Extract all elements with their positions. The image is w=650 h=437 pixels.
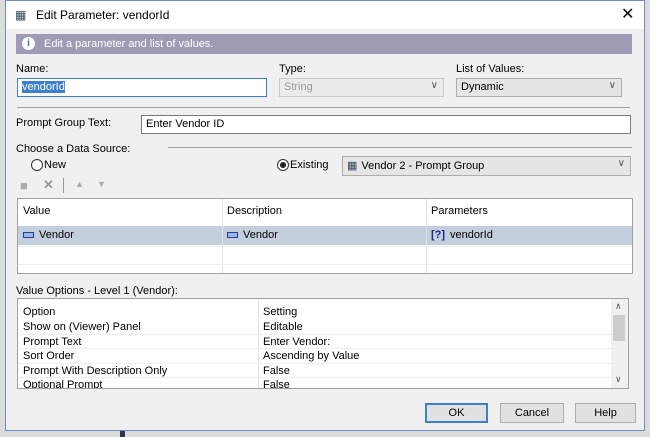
divider (17, 107, 630, 108)
option-name: Sort Order (23, 350, 75, 362)
prompt-group-icon: ▦ (347, 160, 358, 172)
dialog-title: Edit Parameter: vendorId (36, 8, 170, 22)
existing-radio[interactable] (277, 159, 289, 171)
list-item[interactable]: Show on (Viewer) Panel Editable (18, 320, 611, 335)
move-up-icon[interactable]: ▲ (75, 179, 84, 189)
title-bar: ▦ Edit Parameter: vendorId ✕ (6, 1, 644, 29)
chevron-down-icon: ∨ (430, 80, 438, 91)
type-select: String ∨ (279, 78, 444, 97)
ok-button[interactable]: OK (425, 403, 488, 423)
info-banner: i Edit a parameter and list of values. (16, 34, 632, 54)
toolbar-separator (63, 178, 64, 193)
option-name: Optional Prompt (23, 379, 103, 389)
existing-source-select[interactable]: ▦ Vendor 2 - Prompt Group ∨ (342, 156, 631, 176)
column-header-value[interactable]: Value (18, 202, 55, 221)
option-setting: Ascending by Value (263, 350, 360, 362)
scroll-up-icon[interactable]: ∧ (615, 301, 622, 312)
add-icon[interactable]: ■ (20, 178, 28, 193)
lov-value: Dynamic (461, 81, 504, 93)
row-description: Vendor (243, 229, 278, 241)
option-name: Prompt With Description Only (23, 365, 168, 377)
parameter-icon: [?] (431, 229, 446, 241)
cancel-button[interactable]: Cancel (500, 403, 564, 423)
type-label: Type: (279, 63, 306, 75)
list-item[interactable]: Prompt Text Enter Vendor: (18, 335, 611, 349)
list-item[interactable]: Optional Prompt False (18, 378, 611, 389)
lov-label: List of Values: (456, 63, 525, 75)
value-options-label: Value Options - Level 1 (Vendor): (16, 285, 178, 297)
option-setting: Editable (263, 321, 303, 333)
info-icon: i (22, 37, 35, 50)
option-setting: False (263, 379, 290, 389)
option-setting: Enter Vendor: (263, 336, 331, 348)
option-name: Prompt Text (23, 336, 82, 348)
type-value: String (284, 81, 313, 93)
row-parameters: vendorId (450, 229, 493, 241)
delete-icon[interactable]: ✕ (43, 177, 54, 193)
field-icon (227, 232, 238, 239)
existing-source-value: Vendor 2 - Prompt Group (361, 160, 485, 172)
name-label: Name: (16, 63, 49, 75)
scrollbar[interactable]: ∧ ∨ (611, 299, 628, 388)
name-value: vendorId (22, 81, 65, 93)
list-item[interactable]: Sort Order Ascending by Value (18, 349, 611, 364)
lov-select[interactable]: Dynamic ∨ (456, 78, 622, 97)
new-radio-label: New (44, 159, 67, 171)
existing-radio-label: Existing (290, 159, 329, 171)
divider (168, 147, 632, 148)
chevron-down-icon: ∨ (608, 80, 616, 91)
list-item[interactable]: Prompt With Description Only False (18, 364, 611, 378)
background-window (120, 431, 125, 437)
scroll-down-icon[interactable]: ∨ (615, 374, 622, 385)
scrollbar-thumb[interactable] (613, 315, 625, 341)
info-text: Edit a parameter and list of values. (44, 38, 214, 50)
prompt-group-input[interactable]: Enter Vendor ID (141, 115, 631, 134)
name-input[interactable]: vendorId (17, 78, 267, 97)
column-header-description[interactable]: Description (222, 202, 287, 221)
move-down-icon[interactable]: ▼ (97, 179, 106, 189)
new-radio[interactable] (31, 159, 43, 171)
data-source-label: Choose a Data Source: (16, 143, 131, 155)
help-button[interactable]: Help (575, 403, 636, 423)
option-name: Show on (Viewer) Panel (23, 321, 141, 333)
prompt-group-value: Enter Vendor ID (146, 118, 225, 130)
field-icon (23, 232, 34, 239)
chevron-down-icon: ∨ (617, 158, 625, 169)
prompt-group-label: Prompt Group Text: (16, 117, 112, 129)
parameter-icon: ▦ (15, 8, 27, 22)
column-header-parameters[interactable]: Parameters (426, 202, 493, 221)
edit-parameter-dialog: ▦ Edit Parameter: vendorId ✕ i Edit a pa… (5, 0, 645, 431)
values-grid: Value Description Parameters Vendor Vend… (17, 198, 633, 274)
table-row[interactable] (18, 226, 632, 245)
option-setting: False (263, 365, 290, 377)
row-value: Vendor (39, 229, 74, 241)
value-options-grid: Option Setting Show on (Viewer) Panel Edi… (17, 298, 629, 389)
close-icon[interactable]: ✕ (621, 4, 634, 24)
